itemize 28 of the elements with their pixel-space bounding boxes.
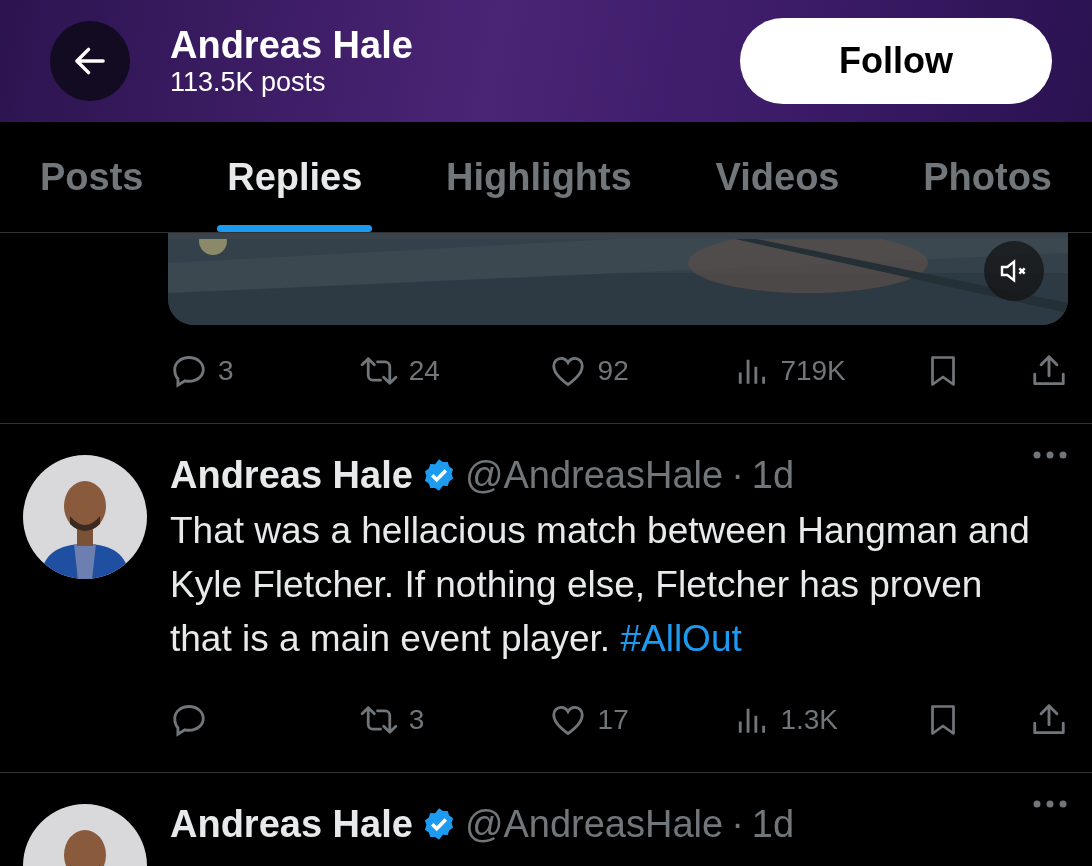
- views-count: 719K: [780, 355, 846, 387]
- repost-count: 3: [408, 704, 425, 736]
- posts-count: 113.5K posts: [170, 66, 327, 98]
- views-count: 1.3K: [780, 704, 838, 736]
- hashtag-link[interactable]: #AllOut: [620, 618, 742, 659]
- author-handle: @AndreasHale: [464, 802, 724, 846]
- more-icon[interactable]: [1032, 799, 1068, 809]
- tab[interactable]: Posts: [30, 122, 154, 232]
- author-name: Andreas Hale: [170, 453, 413, 497]
- tab[interactable]: Photos: [913, 122, 1062, 232]
- post-text: That was a hellacious match between Hangman and Kyle Fletcher. If nothing else, Fletcher has proven that is a main event player. #AllOut: [170, 509, 1031, 661]
- separator-dot: ·: [731, 453, 744, 497]
- reply-count: 3: [218, 355, 234, 387]
- repost-count: 24: [408, 355, 440, 387]
- like-count: 92: [597, 355, 629, 387]
- follow-button[interactable]: Follow: [740, 18, 1052, 104]
- author-name: Andreas Hale: [170, 802, 413, 846]
- post-time: 1d: [751, 802, 795, 846]
- more-icon[interactable]: [1032, 450, 1068, 460]
- author-handle: @AndreasHale: [464, 453, 724, 497]
- tab[interactable]: Replies: [217, 122, 373, 232]
- tab[interactable]: Videos: [705, 122, 850, 232]
- profile-name: Andreas Hale: [170, 24, 414, 66]
- like-count: 17: [597, 704, 629, 736]
- tab[interactable]: Highlights: [436, 122, 642, 232]
- separator-dot: ·: [731, 802, 744, 846]
- post-time: 1d: [751, 453, 795, 497]
- back-arrow-icon: [72, 45, 108, 77]
